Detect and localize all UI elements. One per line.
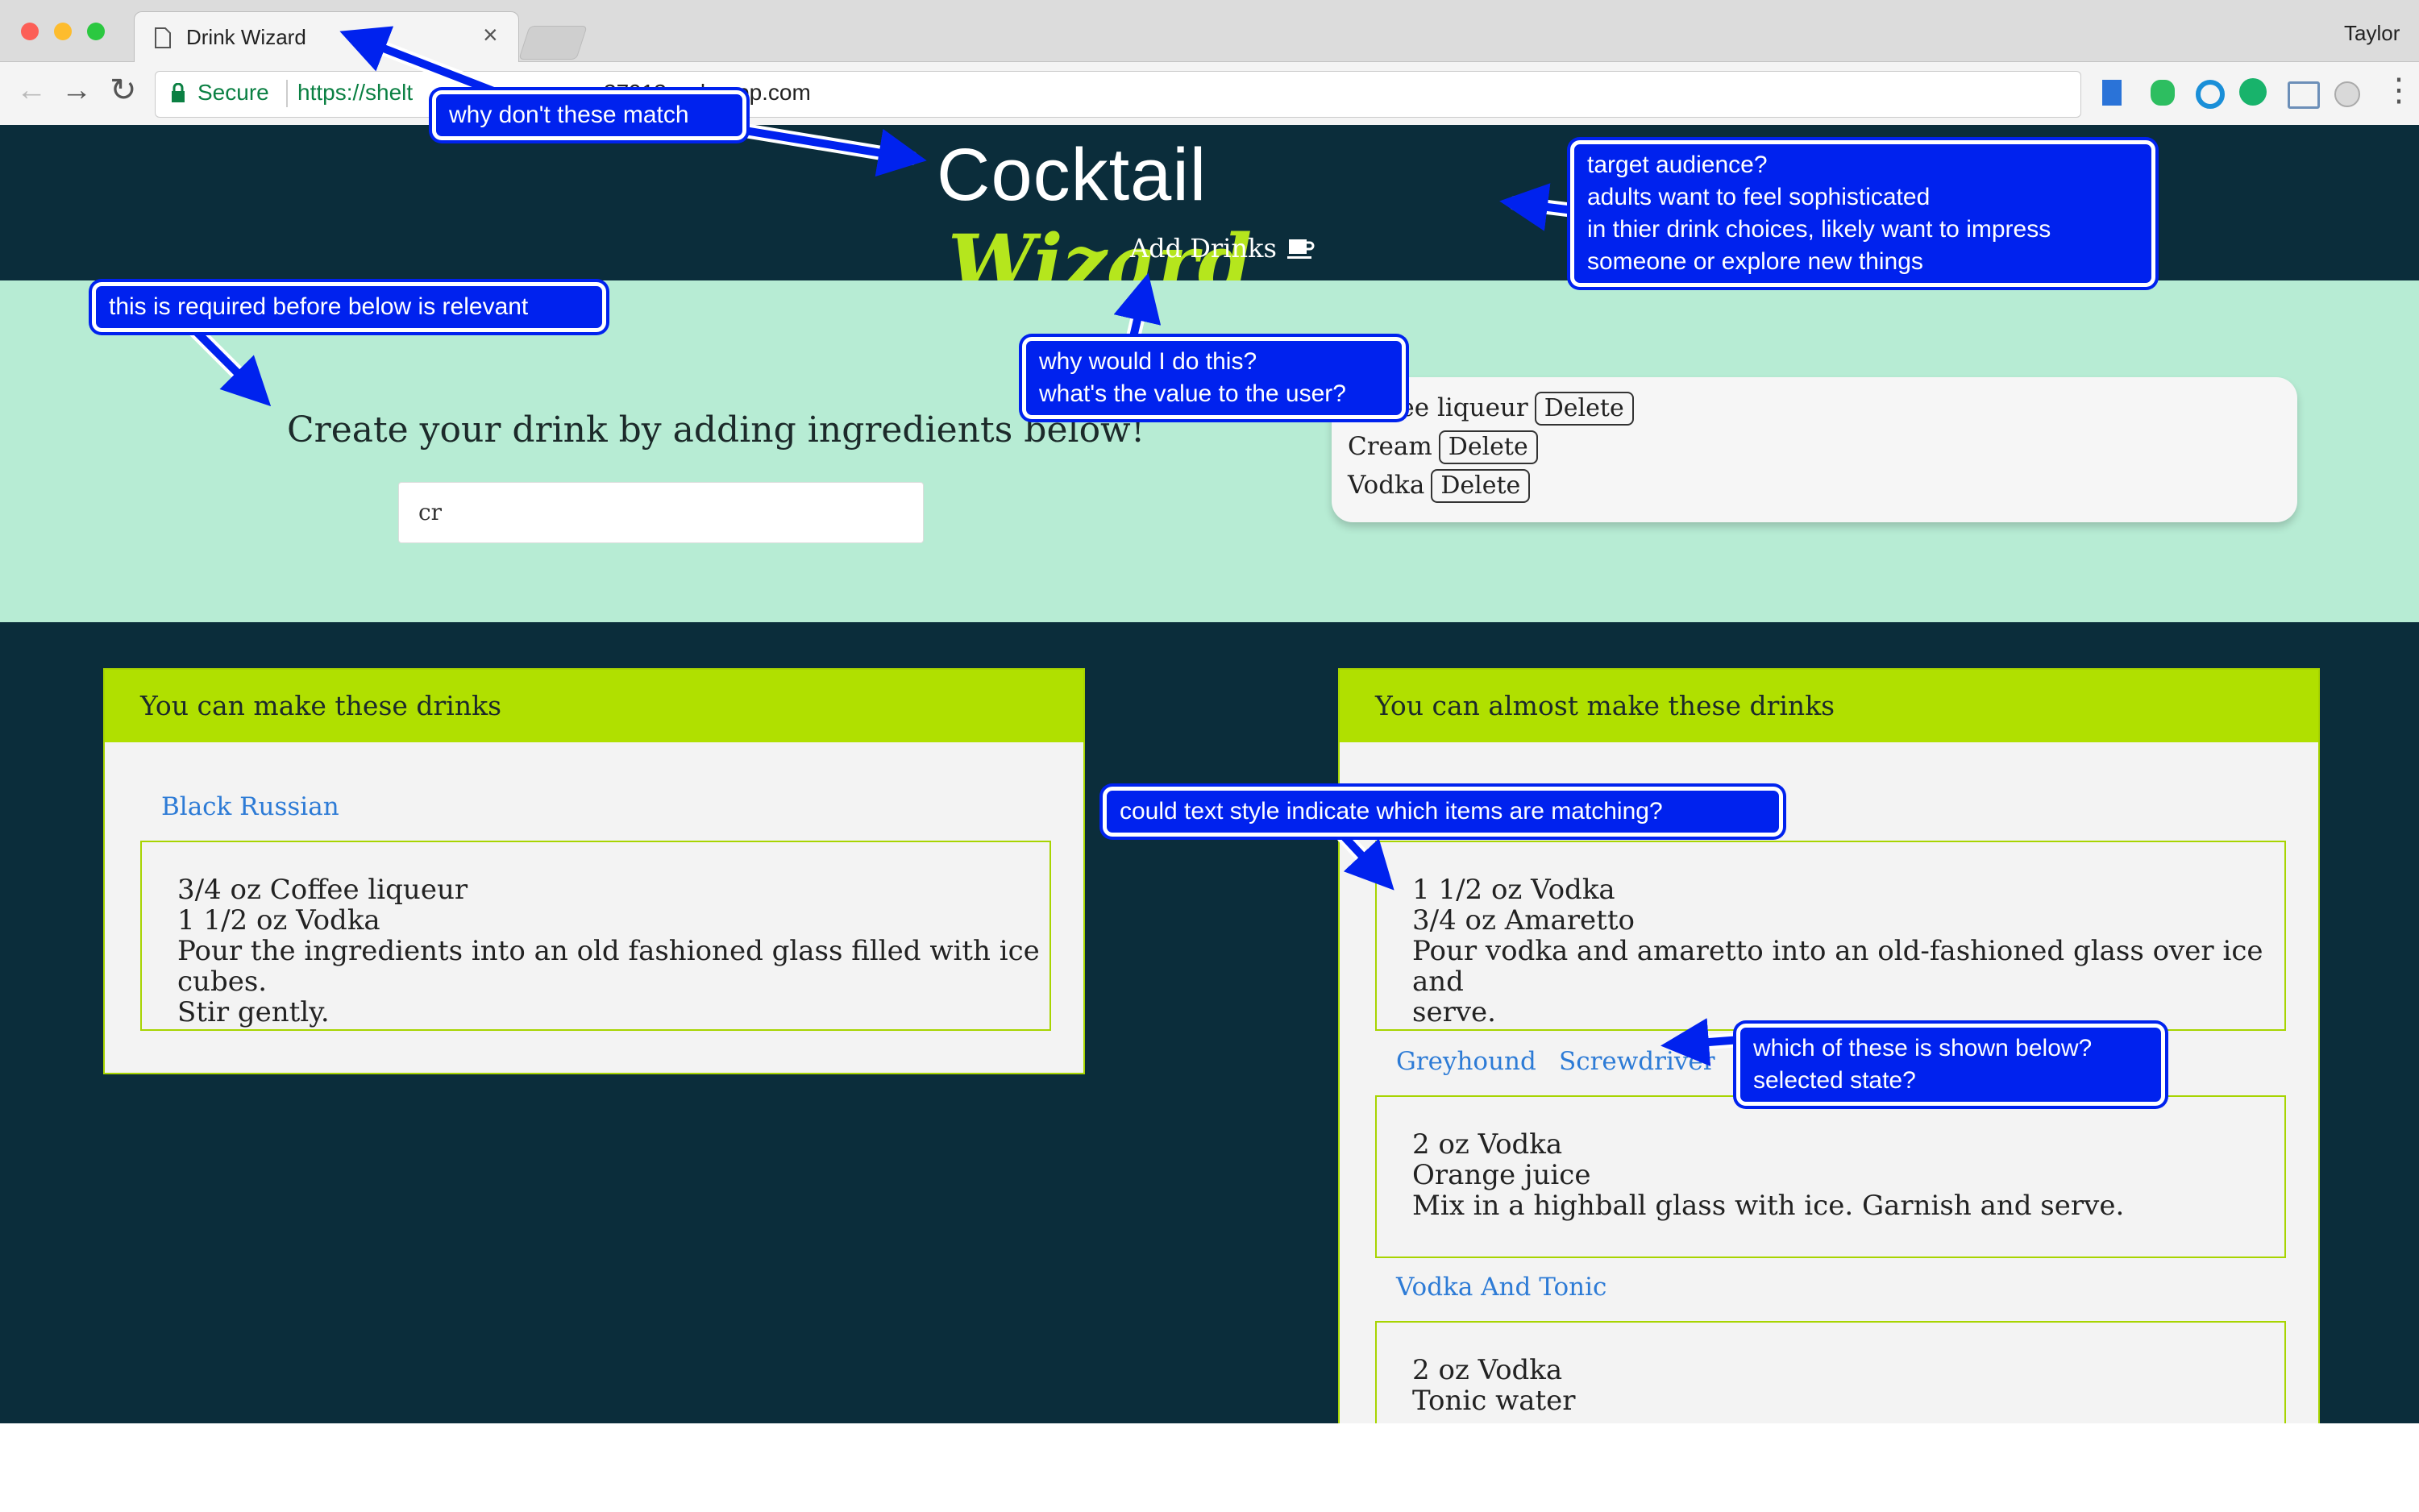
annotation-required-before: this is required before below is relevan… (92, 282, 606, 332)
annotation-why-dont-match: why don't these match (432, 90, 746, 140)
annotation-target-audience: target audience? adults want to feel sop… (1570, 140, 2155, 287)
arrow-to-app-title (725, 123, 927, 177)
arrow-to-recipe (1335, 827, 1394, 891)
arrow-to-add-drinks (1113, 272, 1162, 339)
annotation-why-would-i: why would I do this? what's the value to… (1022, 337, 1406, 419)
arrow-to-prompt (190, 326, 272, 407)
arrow-to-tab-title (339, 26, 501, 98)
annotation-text-style: could text style indicate which items ar… (1103, 787, 1783, 837)
arrow-to-screwdriver (1660, 1018, 1742, 1066)
annotation-selected-state: which of these is shown below? selected … (1736, 1024, 2165, 1106)
